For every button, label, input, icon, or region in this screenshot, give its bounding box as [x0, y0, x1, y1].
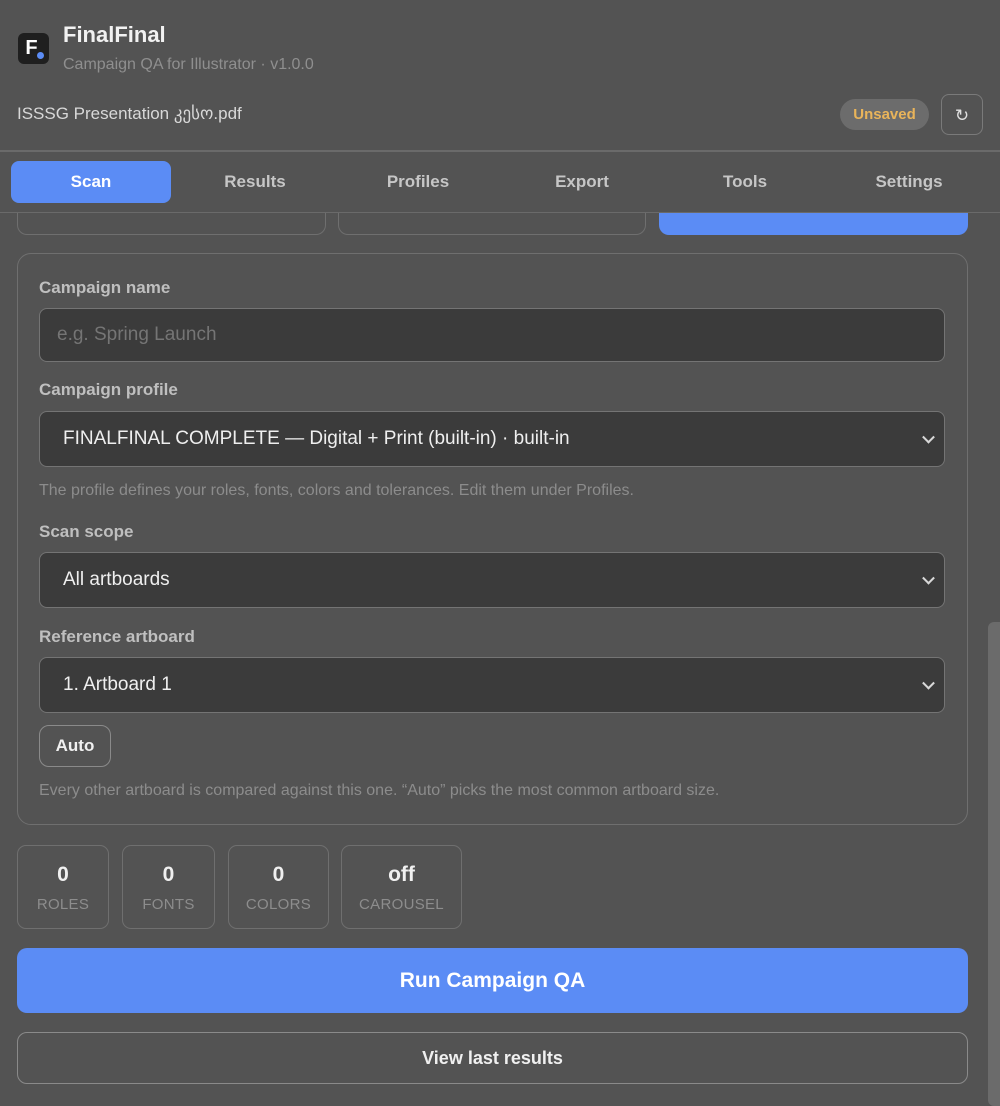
app-subtitle: Campaign QA for Illustrator · v1.0.0	[63, 56, 314, 73]
tab-settings[interactable]: Settings	[829, 161, 989, 203]
scan-scope-select[interactable]: All artboards	[39, 552, 945, 608]
tab-scan[interactable]: Scan	[11, 161, 171, 203]
refresh-icon: ↻	[954, 106, 970, 125]
stat-carousel: off CAROUSEL	[341, 845, 462, 929]
stat-label: COLORS	[245, 896, 312, 913]
logo-letter: F	[25, 37, 38, 59]
stat-value: 0	[57, 863, 69, 886]
tab-results[interactable]: Results	[175, 161, 335, 203]
tab-profiles[interactable]: Profiles	[338, 161, 498, 203]
stat-value: 0	[162, 863, 175, 886]
tab-bar: Scan Results Profiles Export Tools Setti…	[0, 152, 1000, 213]
campaign-profile-label: Campaign profile	[39, 380, 178, 399]
campaign-profile-value: FINALFINAL COMPLETE — Digital + Print (b…	[63, 428, 570, 449]
campaign-name-input[interactable]	[39, 308, 945, 362]
tab-tools[interactable]: Tools	[665, 161, 825, 203]
refresh-button[interactable]: ↻	[941, 94, 983, 135]
stat-roles: 0 ROLES	[17, 845, 109, 929]
stat-value: off	[388, 863, 415, 886]
mode-card-1[interactable]	[17, 213, 326, 235]
campaign-name-label: Campaign name	[39, 278, 171, 297]
stat-label: CAROUSEL	[359, 896, 444, 913]
chevron-down-icon	[922, 430, 935, 444]
reference-artboard-help: Every other artboard is compared against…	[39, 782, 720, 799]
stat-value: 0	[272, 863, 285, 886]
scrollbar-thumb[interactable]	[988, 622, 1000, 1106]
reference-artboard-label: Reference artboard	[39, 627, 195, 646]
status-badge: Unsaved	[840, 99, 929, 130]
campaign-profile-help: The profile defines your roles, fonts, c…	[39, 482, 634, 499]
stat-label: FONTS	[142, 896, 195, 913]
app-header: F FinalFinal Campaign QA for Illustrator…	[0, 0, 1000, 150]
campaign-profile-select[interactable]: FINALFINAL COMPLETE — Digital + Print (b…	[39, 411, 945, 467]
run-campaign-qa-button[interactable]: Run Campaign QA	[17, 948, 968, 1013]
app-logo-icon: F	[18, 33, 49, 64]
chevron-down-icon	[922, 676, 935, 690]
auto-artboard-button[interactable]: Auto	[39, 725, 111, 767]
mode-card-2[interactable]	[338, 213, 646, 235]
tab-export[interactable]: Export	[502, 161, 662, 203]
app-title: FinalFinal	[63, 22, 166, 47]
scan-scope-label: Scan scope	[39, 522, 134, 541]
logo-dot	[37, 52, 44, 59]
reference-artboard-value: 1. Artboard 1	[63, 674, 172, 695]
stat-fonts: 0 FONTS	[122, 845, 215, 929]
document-name: ISSSG Presentation კესო.pdf	[17, 104, 242, 123]
view-last-results-button[interactable]: View last results	[17, 1032, 968, 1084]
stat-colors: 0 COLORS	[228, 845, 329, 929]
chevron-down-icon	[922, 571, 935, 585]
mode-card-3-selected[interactable]	[659, 213, 968, 235]
scan-scope-value: All artboards	[63, 569, 170, 590]
stat-label: ROLES	[36, 896, 90, 913]
reference-artboard-select[interactable]: 1. Artboard 1	[39, 657, 945, 713]
